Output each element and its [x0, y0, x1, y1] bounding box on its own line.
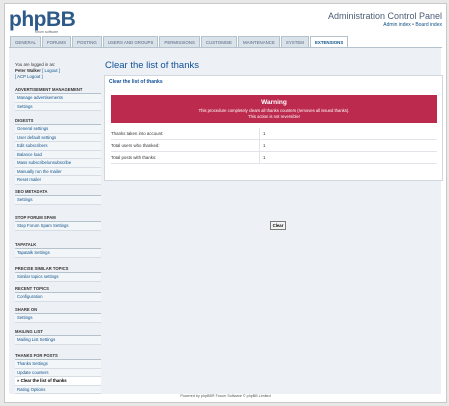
- sidebar-item[interactable]: Tapatalk Settings: [15, 249, 101, 258]
- sidebar-section-heading: STOP FORUM SPAM: [15, 215, 101, 222]
- sidebar-item[interactable]: User default settings: [15, 133, 101, 142]
- board-index-link[interactable]: Board index: [415, 22, 442, 28]
- stat-label: Total users who thanked:: [111, 143, 160, 148]
- admin-index-link[interactable]: Admin index: [383, 22, 411, 28]
- sidebar-item[interactable]: Similar topics settings: [15, 273, 101, 282]
- panel-title: Clear the list of thanks: [109, 79, 163, 85]
- sidebar-item[interactable]: Thanks Settings: [15, 360, 101, 369]
- page-heading: Administration Control Panel: [327, 11, 442, 21]
- stat-value: 1: [263, 143, 266, 148]
- logout-link[interactable]: [ Logout ]: [42, 68, 60, 73]
- tab-posting[interactable]: POSTING: [72, 36, 102, 47]
- stat-label: Total posts with thanks:: [111, 155, 157, 160]
- sidebar-item[interactable]: Settings: [15, 314, 101, 323]
- sidebar-section-heading: RECENT TOPICS: [15, 286, 101, 293]
- sidebar-item[interactable]: Update counters: [15, 368, 101, 377]
- sidebar-section: RECENT TOPICS Configuration: [15, 286, 101, 302]
- sidebar-item[interactable]: Manage advertisements: [15, 94, 101, 103]
- sidebar-item[interactable]: Mailing List Settings: [15, 336, 101, 345]
- stat-divider: [259, 140, 260, 151]
- stat-row: Thanks taken into account: 1: [111, 128, 437, 140]
- sidebar-item[interactable]: Reset mailer: [15, 176, 101, 185]
- sidebar-section: TAPATALK Tapatalk Settings: [15, 242, 101, 258]
- sidebar-item[interactable]: Rating Options: [15, 385, 101, 394]
- clear-button[interactable]: Clear: [270, 221, 286, 230]
- stat-row: Total users who thanked: 1: [111, 140, 437, 152]
- link-separator: •: [412, 22, 414, 28]
- sidebar-item[interactable]: General settings: [15, 125, 101, 134]
- tab-maintenance[interactable]: MAINTENANCE: [237, 36, 280, 47]
- sidebar-section-heading: SHARE ON: [15, 307, 101, 314]
- sidebar-section: SEO METADATA Settings: [15, 189, 101, 205]
- stat-value: 1: [263, 155, 266, 160]
- main-content: Clear the list of thanks Clear the list …: [104, 56, 443, 230]
- tab-forums[interactable]: FORUMS: [41, 36, 72, 47]
- tab-customise[interactable]: CUSTOMISE: [200, 36, 237, 47]
- sidebar-section: PRECISE SIMILAR TOPICS Similar topics set…: [15, 266, 101, 282]
- header-links: Admin index • Board index: [383, 22, 442, 28]
- tab-system[interactable]: SYSTEM: [280, 36, 309, 47]
- stat-divider: [259, 152, 260, 163]
- stat-label: Thanks taken into account:: [111, 131, 164, 136]
- sidebar-item[interactable]: Configuration: [15, 293, 101, 302]
- sidebar: You are logged in as: Peter Walker [ Log…: [9, 48, 101, 394]
- warning-title: Warning: [261, 99, 287, 106]
- stat-value: 1: [263, 131, 266, 136]
- logo-text: phpBB: [9, 8, 76, 31]
- sidebar-section: SHARE ON Settings: [15, 307, 101, 323]
- content-panel: Clear the list of thanks Warning This pr…: [104, 75, 443, 181]
- tab-general[interactable]: GENERAL: [10, 36, 41, 47]
- sidebar-section-heading: THANKS FOR POSTS: [15, 353, 101, 360]
- sidebar-section: DIGESTS General settings User default sett…: [15, 118, 101, 185]
- sidebar-item[interactable]: Balance load: [15, 150, 101, 159]
- footer-copyright: Powered by phpBB® Forum Software © phpBB…: [180, 394, 271, 398]
- sidebar-section-heading: ADVERTISEMENT MANAGEMENT: [15, 87, 101, 94]
- sidebar-item[interactable]: Mass subscribe/unsubscribe: [15, 159, 101, 168]
- page-title: Clear the list of thanks: [105, 60, 199, 71]
- sidebar-section-heading: SEO METADATA: [15, 189, 101, 196]
- sidebar-section-heading: PRECISE SIMILAR TOPICS: [15, 266, 101, 273]
- tab-permissions[interactable]: PERMISSIONS: [159, 36, 200, 47]
- sidebar-section-heading: MAILING LIST: [15, 329, 101, 336]
- sidebar-section-heading: DIGESTS: [15, 118, 101, 125]
- sidebar-section: STOP FORUM SPAM Stop Forum Spam Settings: [15, 215, 101, 231]
- sidebar-item[interactable]: Manually run the mailer: [15, 167, 101, 176]
- sidebar-item[interactable]: » Clear the list of thanks: [15, 377, 101, 386]
- acp-window: phpBB forum software Administration Cont…: [4, 3, 447, 403]
- sidebar-section-heading: TAPATALK: [15, 242, 101, 249]
- main-tabs: GENERAL FORUMS POSTING USERS AND GROUPS …: [10, 36, 349, 48]
- acp-body: You are logged in as: Peter Walker [ Log…: [9, 48, 443, 394]
- acp-logout-link[interactable]: [ ACP Logout ]: [15, 74, 60, 80]
- warning-box: Warning This procedure completely clears…: [111, 95, 437, 123]
- stat-divider: [259, 128, 260, 139]
- stat-row: Total posts with thanks: 1: [111, 152, 437, 164]
- tab-users-and-groups[interactable]: USERS AND GROUPS: [102, 36, 159, 47]
- sidebar-item[interactable]: Stop Forum Spam Settings: [15, 222, 101, 231]
- warning-message: This procedure completely clears all tha…: [111, 108, 437, 119]
- sidebar-section: ADVERTISEMENT MANAGEMENT Manage advertise…: [15, 87, 101, 111]
- sidebar-item[interactable]: Edit subscribers: [15, 142, 101, 151]
- sidebar-item[interactable]: Settings: [15, 102, 101, 111]
- sidebar-section: THANKS FOR POSTS Thanks Settings Update co…: [15, 353, 101, 394]
- username: Peter Walker: [15, 68, 41, 73]
- warning-line-2: This action is not reversible!: [248, 113, 300, 119]
- phpbb-logo[interactable]: phpBB forum software: [9, 8, 76, 34]
- sidebar-section: MAILING LIST Mailing List Settings: [15, 329, 101, 345]
- login-info: You are logged in as: Peter Walker [ Log…: [15, 62, 60, 80]
- sidebar-item[interactable]: Settings: [15, 196, 101, 205]
- logo-tagline: forum software: [35, 30, 59, 34]
